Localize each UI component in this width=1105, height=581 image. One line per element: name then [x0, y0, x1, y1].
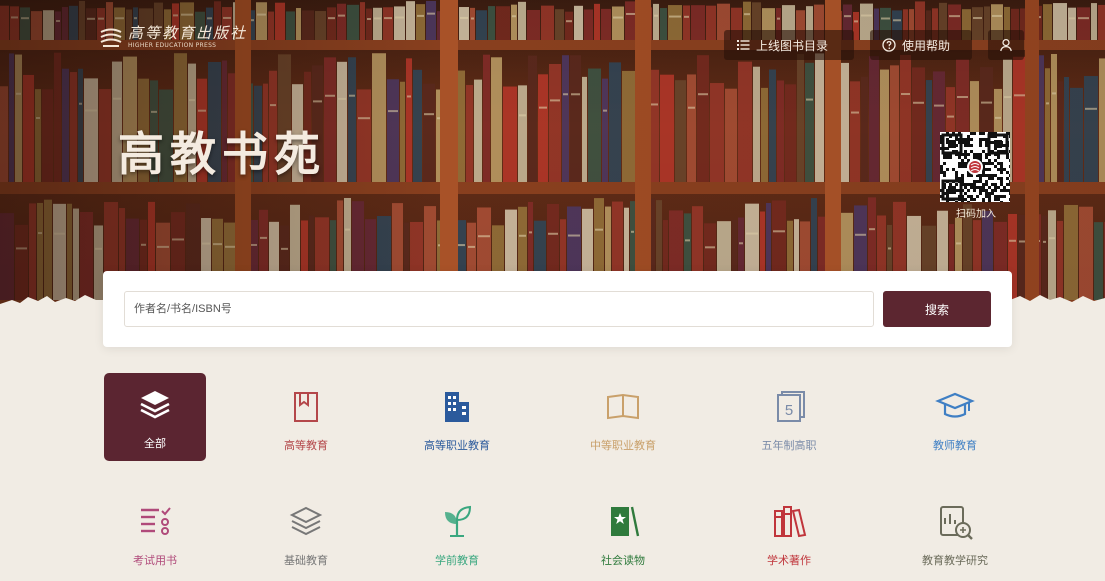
help-button[interactable]: 使用帮助 — [870, 30, 972, 60]
page-title: 高教书苑 — [118, 127, 326, 181]
online-catalog-label: 上线图书目录 — [756, 38, 829, 53]
star-book-icon — [611, 506, 640, 537]
user-account-button[interactable] — [988, 30, 1024, 60]
search-card: 搜索 — [103, 271, 1012, 347]
qr-code-block: 扫码加入 — [940, 132, 1012, 220]
category-label: 学前教育 — [435, 554, 479, 567]
svg-text:5: 5 — [785, 402, 793, 419]
help-label: 使用帮助 — [902, 38, 951, 53]
graduation-cap-icon — [935, 392, 975, 418]
online-catalog-button[interactable]: 上线图书目录 — [724, 30, 854, 60]
question-circle-icon — [882, 38, 896, 52]
user-icon — [1000, 38, 1012, 52]
number-five-icon: 5 — [777, 391, 805, 422]
category-open-book[interactable]: 中等职业教育 — [572, 375, 674, 463]
category-label: 考试用书 — [133, 554, 177, 567]
qr-code-label: 扫码加入 — [956, 209, 996, 220]
category-label: 教育教学研究 — [922, 554, 988, 567]
category-label: 学术著作 — [767, 554, 811, 567]
layers-outline-icon — [289, 506, 323, 536]
category-books[interactable]: 学术著作 — [738, 490, 840, 578]
top-nav: 上线图书目录 使用帮助 — [0, 30, 1105, 60]
list-icon — [737, 40, 750, 50]
search-button[interactable]: 搜索 — [883, 291, 991, 327]
category-sprout[interactable]: 学前教育 — [406, 490, 508, 578]
category-layers-active[interactable]: 全部 — [104, 373, 206, 461]
category-number-five[interactable]: 5 五年制高职 — [738, 375, 840, 463]
report-search-icon — [940, 506, 973, 540]
category-book-bookmark[interactable]: 高等教育 — [255, 375, 357, 463]
category-report-search[interactable]: 教育教学研究 — [904, 490, 1006, 578]
category-star-book[interactable]: 社会读物 — [572, 490, 674, 578]
category-label: 五年制高职 — [761, 439, 817, 452]
sprout-icon — [445, 505, 472, 537]
book-bookmark-icon — [294, 392, 318, 422]
building-icon — [445, 392, 469, 422]
category-label: 中等职业教育 — [590, 439, 656, 452]
category-label: 高等教育 — [284, 439, 328, 452]
category-checklist[interactable]: 考试用书 — [104, 490, 206, 578]
qr-code-image — [940, 132, 1010, 202]
category-label: 社会读物 — [601, 554, 645, 567]
layers-icon — [140, 391, 170, 419]
category-label: 全部 — [144, 437, 166, 450]
hero-banner: 高等教育出版社 HIGHER EDUCATION PRESS 高教书苑 上线图书… — [0, 0, 1105, 315]
books-icon — [774, 506, 807, 538]
category-building[interactable]: 高等职业教育 — [406, 375, 508, 463]
category-label: 基础教育 — [284, 554, 328, 567]
open-book-icon — [607, 393, 639, 420]
category-graduation-cap[interactable]: 教师教育 — [904, 375, 1006, 463]
category-label: 高等职业教育 — [424, 439, 490, 452]
category-layers-outline[interactable]: 基础教育 — [255, 490, 357, 578]
checklist-icon — [141, 507, 171, 535]
category-label: 教师教育 — [933, 439, 977, 452]
search-input[interactable] — [124, 291, 874, 327]
